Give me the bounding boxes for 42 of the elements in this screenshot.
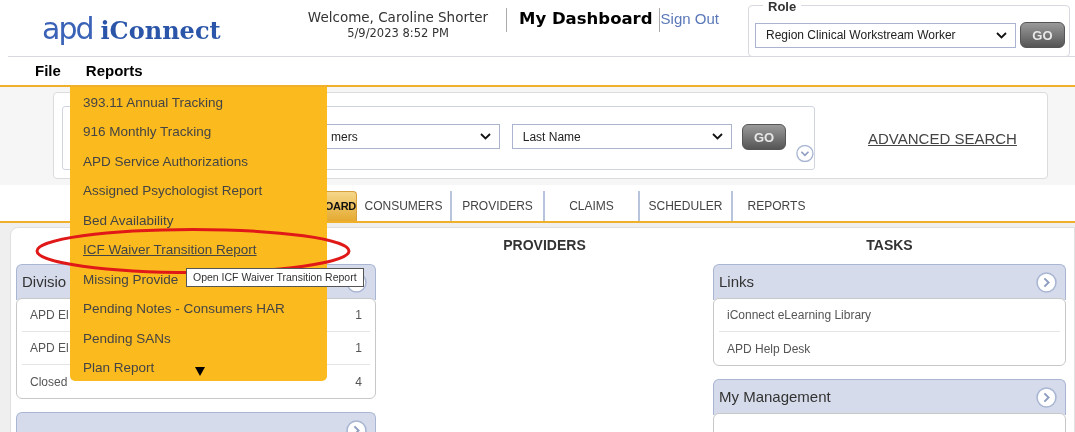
row-count: 1	[355, 307, 362, 324]
welcome-text: Welcome, Caroline Shorter	[306, 9, 490, 26]
link-item[interactable]: APD Help Desk	[727, 339, 811, 358]
link-item[interactable]: iConnect eLearning Library	[727, 306, 872, 324]
scroll-down-icon[interactable]	[195, 367, 205, 376]
row-label: APD El	[30, 307, 69, 324]
menu-item[interactable]: 393.11 Annual Tracking	[70, 88, 327, 118]
column-heading: PROVIDERS	[502, 236, 587, 255]
row-count: 1	[355, 340, 362, 357]
panel-title: Links	[719, 272, 755, 293]
panel-title: My Management	[719, 387, 831, 408]
go-button[interactable]: GO	[1019, 22, 1065, 48]
menu-item[interactable]: Plan Report	[70, 353, 327, 383]
expand-icon[interactable]	[795, 144, 815, 163]
row-label: Closed	[30, 373, 68, 391]
advanced-search-link[interactable]: ADVANCED SEARCH	[868, 128, 1017, 151]
menu-item[interactable]: Bed Availability	[70, 206, 327, 236]
role-legend: Role	[763, 0, 802, 13]
menu-item[interactable]: Pending SANs	[70, 324, 327, 354]
date-time: 5/9/2023 8:52 PM	[346, 25, 450, 41]
menu-item[interactable]: Pending Notes - Consumers HAR	[70, 294, 327, 324]
chevron-icon[interactable]	[1036, 272, 1057, 293]
chevron-icon[interactable]	[1036, 387, 1057, 408]
menu-item[interactable]: Assigned Psychologist Report	[70, 176, 327, 206]
page-title: My Dashboard	[506, 8, 653, 32]
role-select[interactable]: Region Clinical Workstream Worker	[755, 22, 1016, 48]
menu-item[interactable]: APD Service Authorizations	[70, 147, 327, 177]
caret-icon	[995, 31, 1007, 39]
go-button[interactable]: GO	[741, 124, 787, 150]
sign-out-link[interactable]: Sign Out	[658, 8, 719, 32]
tooltip: Open ICF Waiver Transition Report	[186, 268, 364, 287]
caret-icon	[711, 133, 723, 140]
panel-title: Divisio	[22, 272, 67, 293]
field-select[interactable]: Last Name	[511, 124, 732, 149]
row-label: APD El	[30, 340, 69, 357]
row-count: 4	[355, 373, 362, 391]
column-heading: TASKS	[865, 236, 914, 255]
caret-icon	[479, 133, 491, 140]
menu-item[interactable]: Reports	[85, 59, 143, 83]
menu-item[interactable]: File	[35, 59, 61, 83]
logo-mark: apd	[42, 14, 93, 44]
logo-name: iConnect	[100, 19, 221, 43]
